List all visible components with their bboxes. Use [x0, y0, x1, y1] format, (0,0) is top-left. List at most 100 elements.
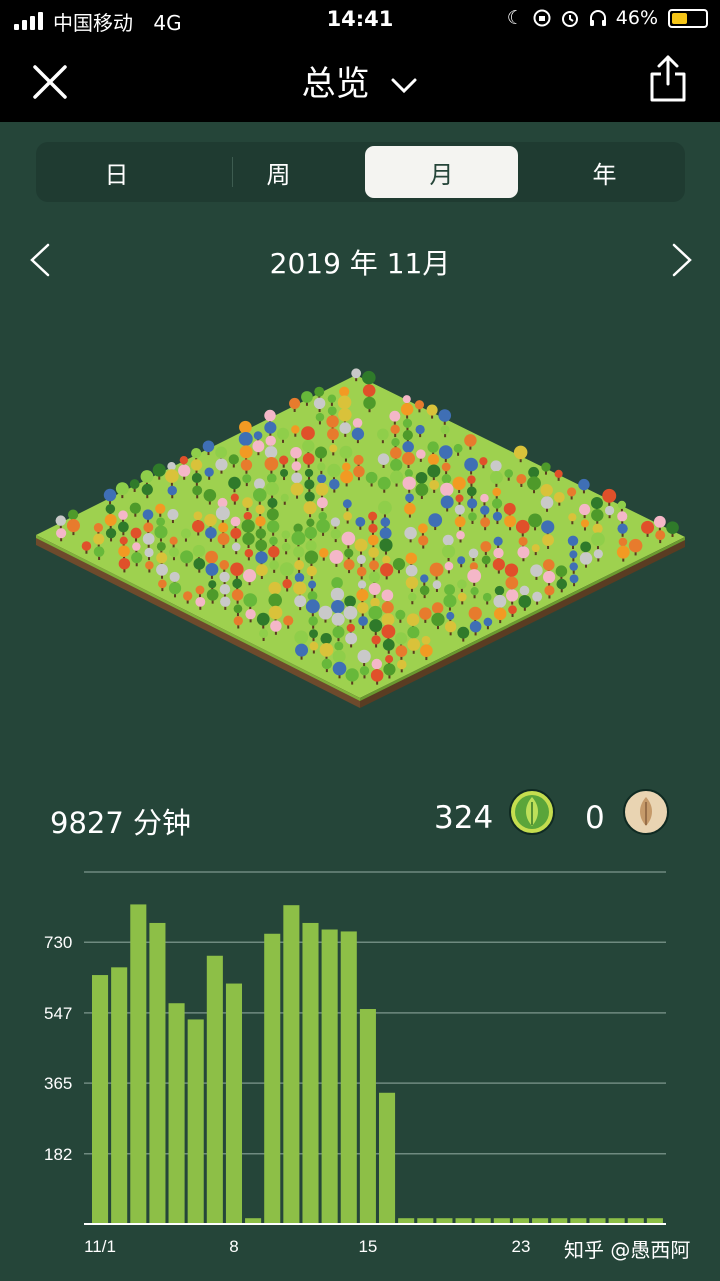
- tree-leaf-icon: [509, 789, 555, 835]
- tab-month[interactable]: 月: [365, 146, 518, 198]
- tree-crown: [553, 491, 565, 503]
- tree-crown: [482, 592, 492, 602]
- tree-crown: [464, 434, 477, 447]
- page-title-dropdown[interactable]: 总览: [0, 56, 720, 105]
- tree-crown: [67, 509, 79, 520]
- chart-bar: [302, 922, 319, 1224]
- tree-crown: [327, 406, 337, 416]
- tree-crown: [81, 541, 92, 551]
- tree-crown: [446, 611, 455, 620]
- tree-crown: [240, 459, 253, 471]
- tree-crown: [407, 626, 420, 639]
- tree-crown: [192, 544, 206, 558]
- tree-crown: [243, 511, 253, 521]
- tree-crown: [429, 562, 444, 577]
- tree-crown: [294, 630, 309, 645]
- tree-crown: [467, 498, 478, 509]
- tree-crown: [443, 594, 457, 608]
- tree-crown: [156, 563, 168, 576]
- tree-crown: [203, 488, 217, 502]
- tree-crown: [518, 536, 528, 546]
- tree-crown: [368, 547, 379, 558]
- tree-crown: [440, 425, 450, 435]
- tree-crown: [156, 541, 166, 551]
- tree-crown: [219, 560, 230, 570]
- tree-crown: [379, 527, 392, 540]
- tree-crown: [344, 595, 356, 608]
- tree-crown: [469, 620, 482, 633]
- tree-crown: [356, 589, 369, 602]
- tree-crown: [217, 533, 230, 545]
- tree-crown: [357, 649, 371, 664]
- tree-crown: [407, 638, 421, 651]
- tree-crown: [119, 536, 128, 545]
- tab-day[interactable]: 日: [40, 146, 193, 198]
- tree-crown: [167, 461, 176, 471]
- tree-crown: [489, 470, 503, 484]
- tree-crown: [143, 522, 154, 533]
- tree-crown: [331, 577, 343, 589]
- tab-year[interactable]: 年: [528, 146, 681, 198]
- tree-crown: [457, 556, 466, 565]
- tree-crown: [404, 469, 413, 478]
- tree-crown: [617, 511, 628, 522]
- moon-icon: ☾: [506, 7, 524, 29]
- tree-crown: [332, 626, 345, 639]
- top-navigation: 总览: [0, 40, 720, 122]
- tree-crown: [280, 493, 289, 502]
- chevron-right-icon[interactable]: [670, 242, 694, 278]
- tree-crown: [279, 455, 289, 465]
- tree-crown: [309, 641, 319, 651]
- tree-crown: [319, 642, 334, 657]
- tree-crown: [118, 510, 128, 520]
- tree-crown: [337, 395, 352, 410]
- tree-crown: [340, 470, 354, 484]
- tree-crown: [431, 612, 445, 627]
- tree-crown: [191, 447, 202, 459]
- tree-crown: [405, 576, 419, 589]
- headphones-icon: [589, 10, 606, 26]
- tree-crown: [142, 532, 155, 545]
- rotation-lock-icon: [533, 9, 551, 27]
- tree-crown: [353, 465, 365, 478]
- tree-crown: [276, 427, 290, 440]
- tree-crown: [555, 565, 568, 577]
- status-icons: ☾ 46%: [507, 7, 708, 29]
- tree-crown: [281, 542, 291, 552]
- tree-crown: [130, 527, 142, 539]
- tree-crown: [653, 515, 666, 528]
- tree-crown: [268, 605, 283, 620]
- tree-crown: [428, 513, 443, 528]
- tree-crown: [402, 395, 411, 404]
- tree-crown: [314, 386, 325, 397]
- tree-crown: [541, 520, 555, 534]
- tree-crown: [255, 564, 268, 577]
- total-minutes: 9827 分钟: [50, 806, 192, 840]
- tree-crown: [243, 593, 258, 607]
- share-icon[interactable]: [648, 54, 688, 104]
- tree-crown: [93, 546, 105, 557]
- tree-crown: [239, 420, 252, 434]
- alarm-icon: [561, 11, 578, 27]
- tree-crown: [541, 462, 551, 472]
- tree-crown: [408, 592, 417, 602]
- tree-crown: [345, 668, 359, 682]
- tree-crown: [317, 462, 326, 471]
- tree-crown: [554, 469, 563, 478]
- tree-crown: [205, 527, 217, 539]
- tree-crown: [419, 585, 430, 596]
- chart-bar: [379, 1092, 396, 1224]
- tree-crown: [239, 445, 253, 459]
- tree-crown: [491, 498, 503, 509]
- tree-crown: [301, 391, 313, 403]
- tab-week[interactable]: 周: [202, 146, 355, 198]
- tree-crown: [343, 559, 355, 571]
- tree-crown: [167, 509, 179, 521]
- tree-crown: [282, 579, 292, 589]
- tree-crown: [666, 521, 679, 534]
- tree-crown: [454, 504, 465, 515]
- x-tick-label: 11/1: [84, 1237, 116, 1256]
- tree-crown: [420, 574, 429, 583]
- tree-crown: [266, 508, 279, 521]
- y-tick-label: 182: [44, 1145, 72, 1164]
